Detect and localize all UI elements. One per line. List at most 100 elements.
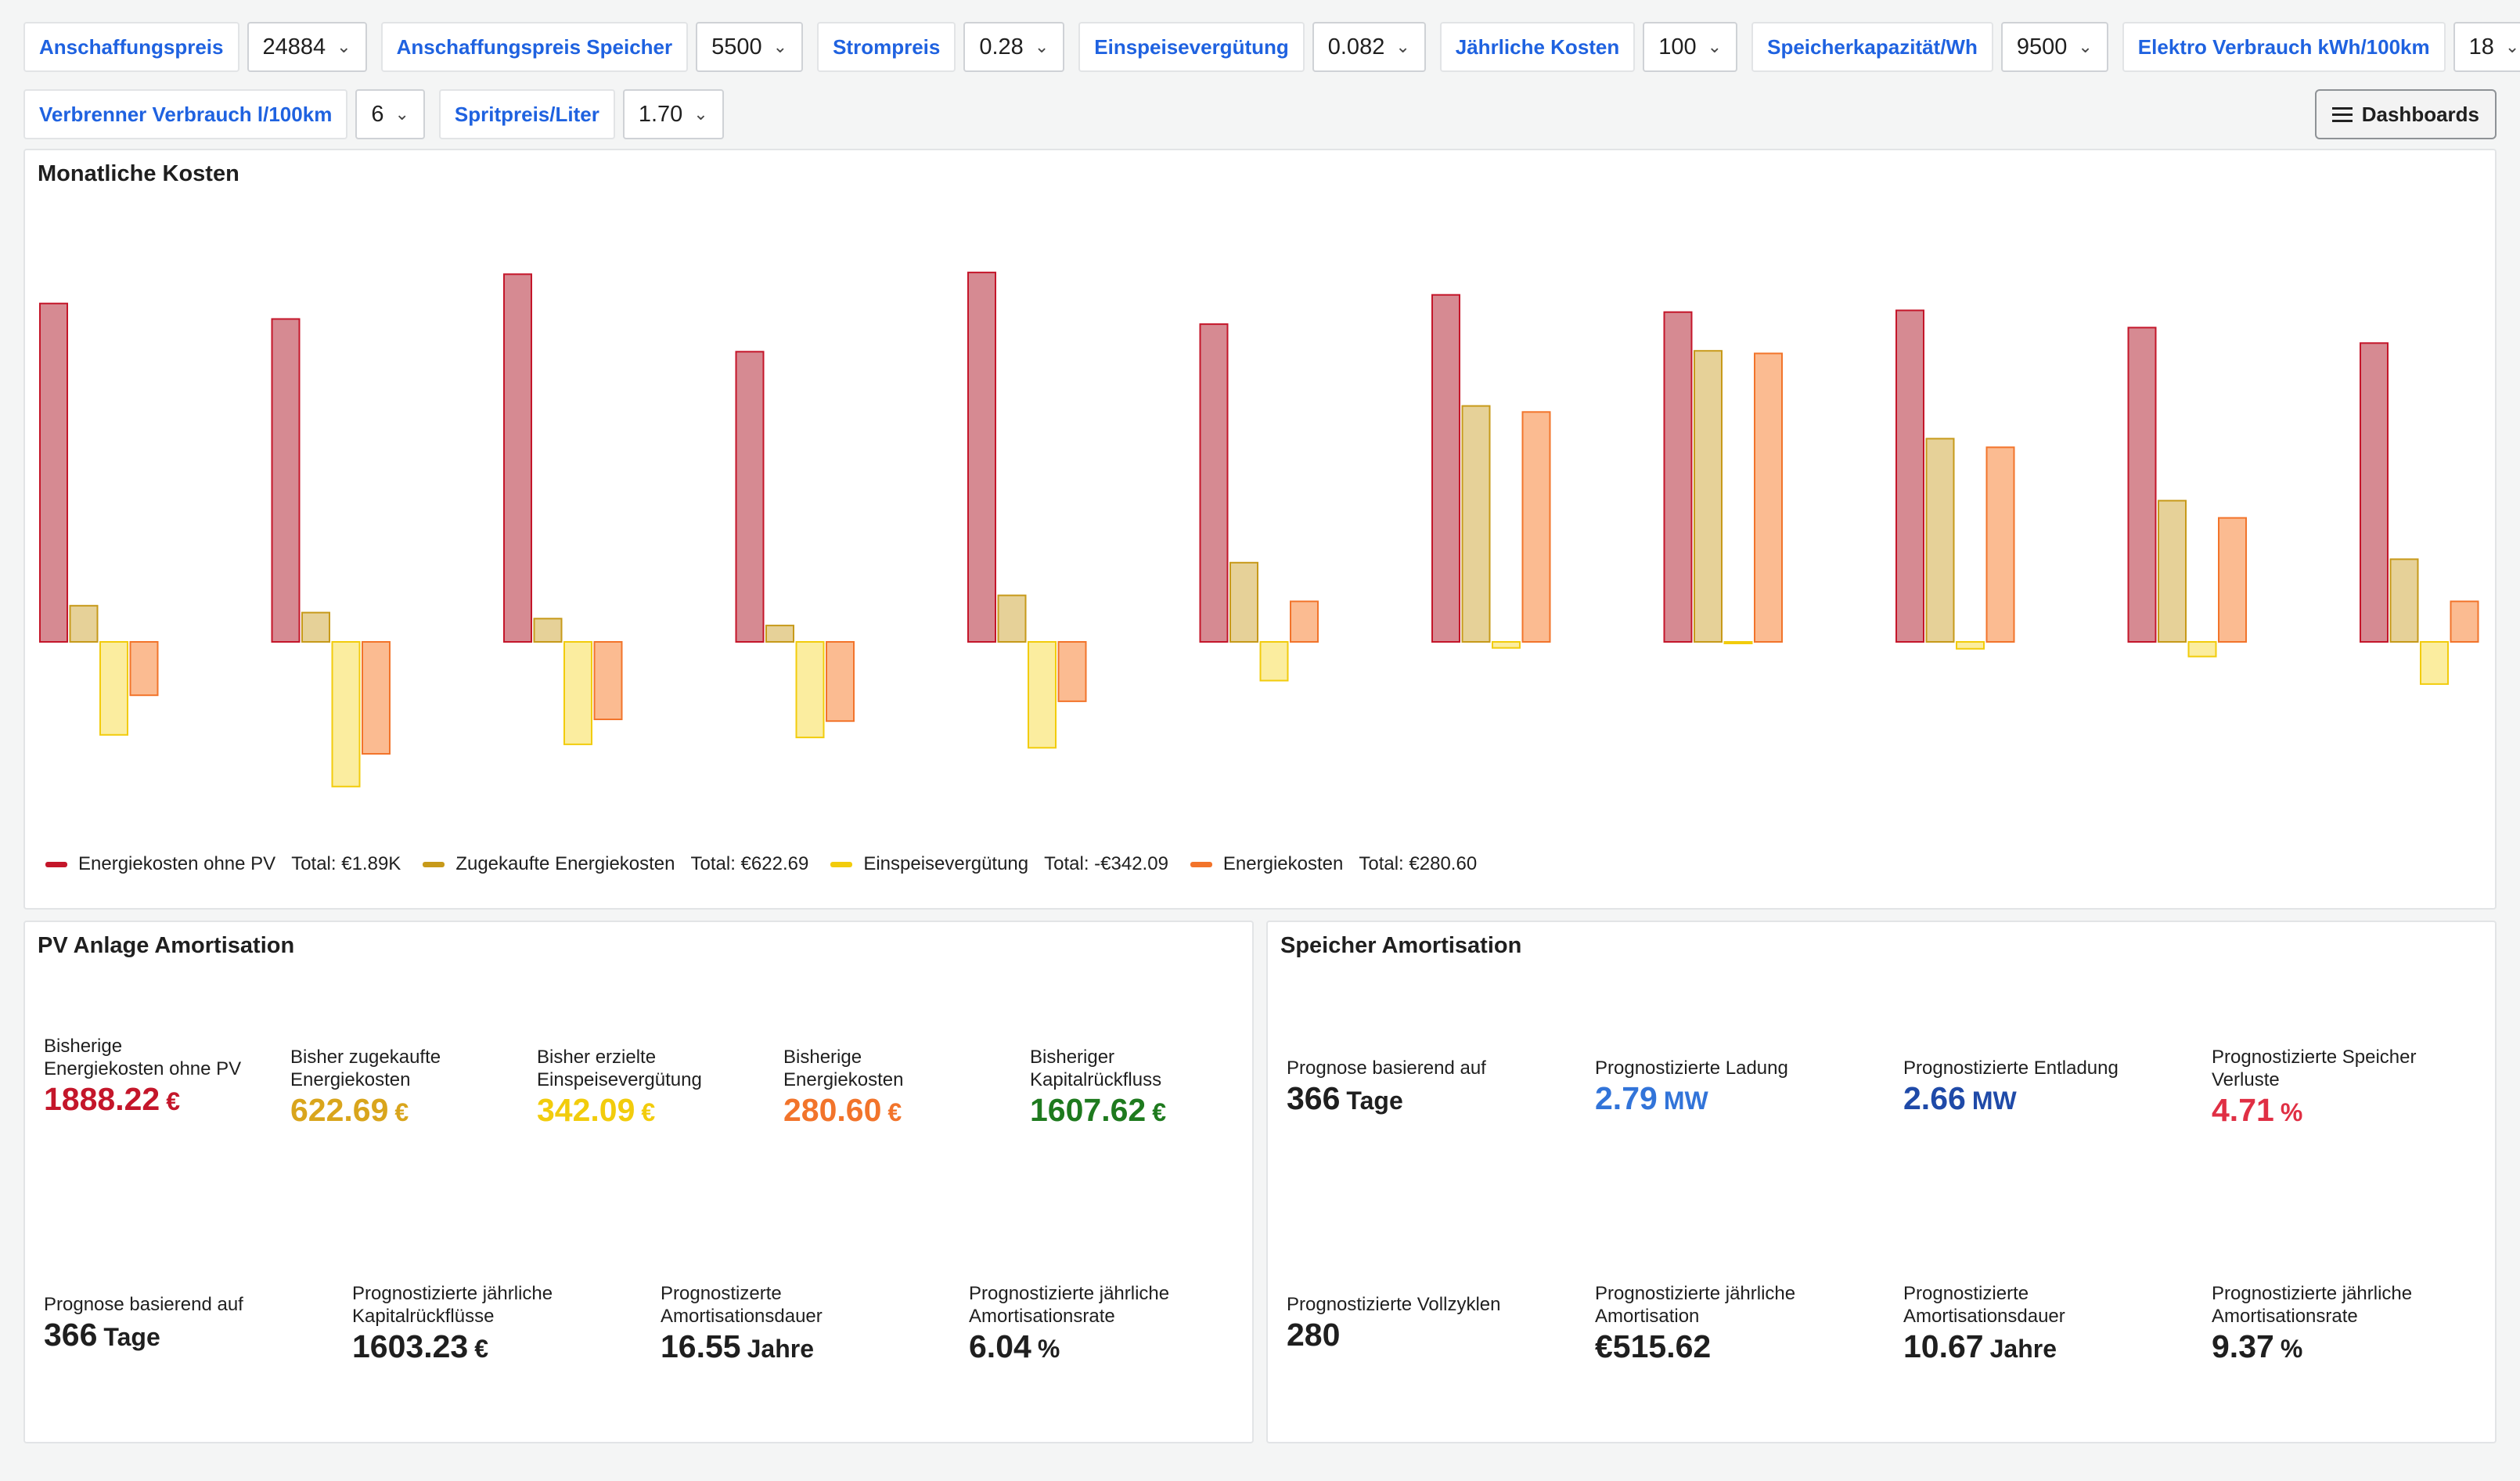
variable-value: 100	[1658, 34, 1697, 59]
variable-select[interactable]: 0.082 ⌄	[1312, 22, 1426, 72]
stat-annual-amortisation: Prognostizierte jährliche Amortisation €…	[1595, 1282, 1869, 1367]
legend-total-value: €280.60	[1409, 853, 1478, 874]
bar-einspeiseverg-tung-6[interactable]	[1259, 641, 1289, 682]
bar-energiekosten-10[interactable]	[2218, 517, 2247, 643]
bar-zugekaufte-energiekosten-11[interactable]	[2389, 558, 2419, 643]
stat-value: 4.71%	[2212, 1091, 2478, 1131]
bar-energiekosten-9[interactable]	[1985, 446, 2015, 643]
bar-energiekosten-ohne-pv-2[interactable]	[271, 318, 301, 643]
bar-energiekosten-ohne-pv-8[interactable]	[1663, 311, 1693, 643]
bar-energiekosten-ohne-pv-7[interactable]	[1431, 294, 1460, 643]
stat-forecast-charge: Prognostizierte Ladung 2.79 MW	[1595, 1057, 1869, 1119]
bar-zugekaufte-energiekosten-2[interactable]	[301, 611, 330, 643]
stat-number: €515.62	[1595, 1328, 1712, 1364]
legend-swatch	[1190, 861, 1212, 867]
bar-einspeiseverg-tung-2[interactable]	[331, 641, 361, 787]
variable-select[interactable]: 24884 ⌄	[247, 22, 367, 72]
bar-einspeiseverg-tung-5[interactable]	[1028, 641, 1057, 749]
bar-energiekosten-ohne-pv-4[interactable]	[735, 351, 765, 643]
variable-label[interactable]: Elektro Verbrauch kWh/100km	[2122, 22, 2446, 72]
stat-label: Prognose basierend auf	[44, 1294, 243, 1315]
stat-value: 280.60 €	[783, 1091, 948, 1131]
bar-energiekosten-6[interactable]	[1290, 600, 1319, 643]
variable-select[interactable]: 18 ⌄	[2453, 22, 2520, 72]
stat-value: 1607.62 €	[1030, 1091, 1233, 1131]
variables-toolbar: Anschaffungspreis 24884 ⌄ Anschaffungspre…	[23, 22, 2520, 157]
bar-energiekosten-ohne-pv-3[interactable]	[503, 273, 532, 643]
bar-energiekosten-ohne-pv-6[interactable]	[1199, 323, 1229, 643]
variable-select[interactable]: 1.70 ⌄	[622, 89, 724, 139]
bar-energiekosten-4[interactable]	[826, 641, 855, 722]
bar-einspeiseverg-tung-8[interactable]	[1723, 641, 1753, 644]
variable-label[interactable]: Speicherkapazität/Wh	[1751, 22, 1993, 72]
bar-einspeiseverg-tung-3[interactable]	[563, 641, 592, 745]
bar-zugekaufte-energiekosten-1[interactable]	[69, 604, 99, 643]
bar-einspeiseverg-tung-9[interactable]	[1956, 641, 1985, 650]
bar-energiekosten-ohne-pv-11[interactable]	[2360, 342, 2389, 643]
stat-unit: Tage	[1346, 1086, 1403, 1115]
stat-label: Prognostizierte jährliche Amortisation	[1595, 1283, 1796, 1327]
bar-zugekaufte-energiekosten-9[interactable]	[1925, 438, 1955, 643]
legend-total: Total: €1.89K	[291, 853, 401, 875]
bar-einspeiseverg-tung-11[interactable]	[2420, 641, 2449, 685]
bar-energiekosten-ohne-pv-5[interactable]	[967, 272, 996, 643]
bar-zugekaufte-energiekosten-3[interactable]	[533, 618, 563, 643]
bar-energiekosten-3[interactable]	[593, 641, 623, 720]
stat-value: 6.04%	[969, 1328, 1243, 1367]
bar-energiekosten-ohne-pv-9[interactable]	[1895, 309, 1924, 643]
stat-amortisation-rate: Prognostizierte jährliche Amortisationsr…	[2212, 1282, 2486, 1367]
bar-einspeiseverg-tung-10[interactable]	[2187, 641, 2217, 658]
bar-zugekaufte-energiekosten-7[interactable]	[1461, 405, 1491, 643]
stat-value: 1603.23 €	[352, 1328, 626, 1367]
stat-unit: Jahre	[747, 1335, 814, 1363]
stat-number: 1607.62	[1030, 1092, 1147, 1128]
stat-label: Bisher erzielte Einspeisevergütung	[537, 1047, 702, 1090]
variable-select[interactable]: 100 ⌄	[1643, 22, 1738, 72]
variable-elektro-verbrauch: Elektro Verbrauch kWh/100km 18 ⌄	[2122, 22, 2520, 72]
variable-select[interactable]: 0.28 ⌄	[963, 22, 1065, 72]
bar-energiekosten-ohne-pv-1[interactable]	[39, 302, 68, 643]
legend-item[interactable]: Energiekosten ohne PV Total: €1.89K	[45, 853, 401, 875]
bar-energiekosten-5[interactable]	[1057, 641, 1087, 702]
bar-zugekaufte-energiekosten-10[interactable]	[2158, 499, 2187, 643]
bar-einspeiseverg-tung-1[interactable]	[99, 641, 128, 736]
dashboards-button[interactable]: Dashboards	[2314, 89, 2497, 139]
bar-energiekosten-7[interactable]	[1521, 411, 1551, 643]
chevron-down-icon: ⌄	[693, 104, 708, 124]
variable-select[interactable]: 9500 ⌄	[2000, 22, 2108, 72]
stat-full-cycles: Prognostizierte Vollzyklen 280	[1287, 1293, 1561, 1356]
stat-forecast-discharge: Prognostizierte Entladung 2.66 MW	[1903, 1057, 2177, 1119]
bar-einspeiseverg-tung-4[interactable]	[795, 641, 825, 739]
stat-number: 9.37	[2212, 1328, 2274, 1364]
variable-label[interactable]: Anschaffungspreis Speicher	[380, 22, 689, 72]
variable-label[interactable]: Strompreis	[817, 22, 956, 72]
legend-item[interactable]: Zugekaufte Energiekosten Total: €622.69	[423, 853, 808, 875]
variable-select[interactable]: 5500 ⌄	[696, 22, 804, 72]
bar-energiekosten-2[interactable]	[362, 641, 391, 755]
bar-energiekosten-ohne-pv-10[interactable]	[2127, 326, 2157, 643]
variable-label[interactable]: Einspeisevergütung	[1078, 22, 1305, 72]
bar-energiekosten-11[interactable]	[2450, 600, 2479, 643]
variable-label[interactable]: Spritpreis/Liter	[438, 89, 615, 139]
variable-select[interactable]: 6 ⌄	[355, 89, 425, 139]
panel-title: Monatliche Kosten	[38, 161, 239, 186]
bar-einspeiseverg-tung-7[interactable]	[1492, 641, 1521, 649]
variable-value: 5500	[711, 34, 762, 59]
panel-title: Speicher Amortisation	[1280, 933, 1522, 958]
variable-label[interactable]: Jährliche Kosten	[1439, 22, 1636, 72]
legend-item[interactable]: Einspeisevergütung Total: -€342.09	[830, 853, 1168, 875]
bar-zugekaufte-energiekosten-5[interactable]	[997, 594, 1027, 643]
bar-zugekaufte-energiekosten-4[interactable]	[765, 625, 794, 643]
variable-label[interactable]: Verbrenner Verbrauch l/100km	[23, 89, 348, 139]
variable-label[interactable]: Anschaffungspreis	[23, 22, 239, 72]
variable-strompreis: Strompreis 0.28 ⌄	[817, 22, 1065, 72]
bar-energiekosten-1[interactable]	[129, 641, 159, 697]
stat-label: Prognostizierte Speicher Verluste	[2212, 1047, 2417, 1090]
stat-amortisation-duration: Prognostizerte Amortisationsdauer 16.55 J…	[661, 1282, 934, 1367]
bar-energiekosten-8[interactable]	[1754, 352, 1783, 643]
stat-label: Prognostizierte Vollzyklen	[1287, 1294, 1501, 1315]
bar-zugekaufte-energiekosten-6[interactable]	[1229, 561, 1258, 643]
bar-zugekaufte-energiekosten-8[interactable]	[1694, 350, 1723, 643]
stat-unit: MW	[1971, 1086, 2017, 1115]
legend-item[interactable]: Energiekosten Total: €280.60	[1190, 853, 1477, 875]
